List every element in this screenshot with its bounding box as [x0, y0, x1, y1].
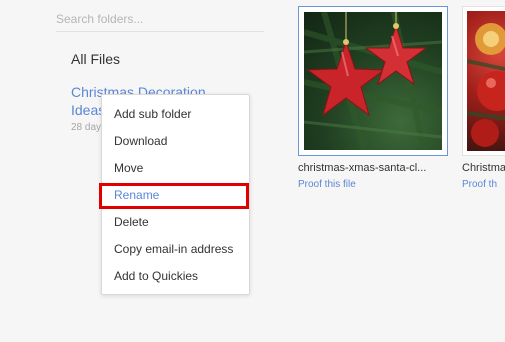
menu-item-rename[interactable]: Rename: [102, 185, 249, 205]
folder-context-menu: Add sub folder Download Move Rename Dele…: [101, 94, 250, 295]
menu-item-copy-email-in-address[interactable]: Copy email-in address: [102, 239, 249, 259]
red-bauble-ornaments-image: [467, 11, 505, 151]
file-name: Christmas: [462, 162, 505, 174]
file-thumbnail-frame[interactable]: [462, 6, 505, 156]
file-name: christmas-xmas-santa-cl...: [298, 162, 427, 174]
menu-item-move[interactable]: Move: [102, 158, 249, 178]
red-star-ornaments-image: [304, 12, 442, 150]
proof-file-link[interactable]: Proof this file: [298, 179, 448, 190]
menu-item-delete[interactable]: Delete: [102, 212, 249, 232]
search-folders-input[interactable]: [56, 6, 264, 32]
file-thumbnail-frame[interactable]: [298, 6, 448, 156]
file-card[interactable]: Christmas Proof th: [462, 6, 505, 190]
menu-item-add-sub-folder[interactable]: Add sub folder: [102, 104, 249, 124]
all-files-link[interactable]: All Files: [71, 51, 120, 67]
proof-file-link[interactable]: Proof th: [462, 179, 505, 190]
menu-item-add-to-quickies[interactable]: Add to Quickies: [102, 266, 249, 286]
file-card[interactable]: christmas-xmas-santa-cl... Proof this fi…: [298, 6, 448, 190]
menu-item-download[interactable]: Download: [102, 131, 249, 151]
